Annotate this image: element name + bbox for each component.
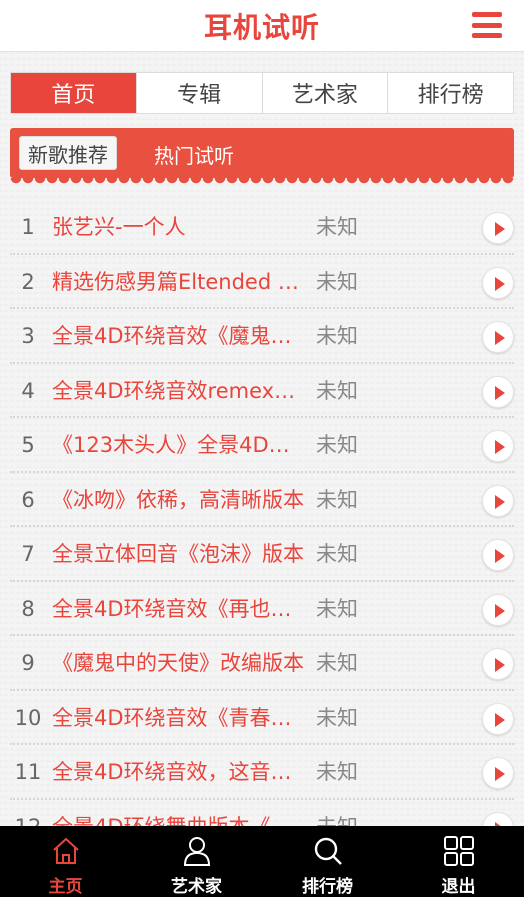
nav-exit-label: 退出: [441, 877, 476, 897]
song-number: 11: [14, 760, 42, 784]
song-row[interactable]: 2 精选伤感男篇Eltended Remix 未知: [10, 255, 514, 309]
song-row[interactable]: 10 全景4D环绕音效《青春修炼手册》 未知: [10, 691, 514, 745]
song-number: 2: [21, 269, 35, 294]
new-songs-button[interactable]: 新歌推荐: [19, 136, 117, 170]
song-artist: 未知: [316, 378, 358, 403]
hot-listen-link[interactable]: 热门试听: [154, 140, 234, 169]
song-artist: 未知: [316, 487, 358, 512]
song-artist: 未知: [316, 596, 358, 621]
song-artist: 未知: [316, 760, 358, 784]
play-icon[interactable]: [482, 757, 514, 789]
song-row[interactable]: 7 全景立体回音《泡沫》版本 未知: [10, 527, 514, 582]
song-number: 7: [21, 542, 35, 566]
play-icon[interactable]: [482, 266, 514, 299]
person-icon: [183, 837, 210, 866]
menu-icon[interactable]: [472, 12, 502, 38]
tab-album[interactable]: 专辑: [137, 73, 263, 113]
song-row[interactable]: 5 《123木头人》全景4D环绕音效 未知: [10, 418, 514, 473]
nav-exit[interactable]: 退出: [393, 826, 524, 897]
play-icon[interactable]: [482, 484, 514, 517]
song-artist: 未知: [316, 269, 358, 294]
song-row[interactable]: 4 全景4D环绕音效remex版本 未知: [10, 364, 514, 418]
song-artist: 未知: [316, 215, 358, 239]
app-header: 耳机试听: [0, 0, 524, 52]
home-icon: [52, 837, 79, 864]
grid-icon: [443, 836, 474, 866]
app-title: 耳机试听: [203, 11, 320, 44]
song-number: 6: [21, 487, 35, 512]
song-row[interactable]: 9 《魔鬼中的天使》改编版本 未知: [10, 636, 514, 691]
play-icon[interactable]: [482, 212, 514, 244]
song-number: 9: [21, 651, 35, 675]
nav-home[interactable]: 主页: [0, 826, 131, 897]
song-number: 3: [21, 324, 35, 348]
song-row[interactable]: 6 《冰吻》依稀，高清晰版本 未知: [10, 473, 514, 527]
song-list: 1 张艺兴-一个人 未知 2 精选伤感男篇Eltended Remix 未知 3…: [10, 200, 514, 854]
song-title[interactable]: 全景4D环绕音效，这音效太震撼: [52, 745, 310, 799]
song-artist: 未知: [316, 651, 358, 675]
nav-artist-label: 艺术家: [171, 877, 222, 897]
play-icon[interactable]: [482, 375, 514, 408]
song-artist: 未知: [316, 324, 358, 348]
tab-home[interactable]: 首页: [11, 73, 137, 113]
song-number: 4: [21, 378, 35, 403]
song-title[interactable]: 全景立体回音《泡沫》版本: [52, 527, 310, 581]
top-tabs: 首页 专辑 艺术家 排行榜: [10, 72, 514, 114]
play-icon[interactable]: [482, 321, 514, 353]
play-icon[interactable]: [482, 430, 514, 462]
play-icon[interactable]: [482, 539, 514, 571]
song-title[interactable]: 张艺兴-一个人: [52, 200, 310, 254]
song-number: 10: [14, 705, 42, 730]
song-title[interactable]: 精选伤感男篇Eltended Remix: [52, 255, 310, 309]
section-banner: 新歌推荐 热门试听: [10, 128, 514, 186]
tab-artist[interactable]: 艺术家: [263, 73, 389, 113]
play-icon[interactable]: [482, 593, 514, 626]
song-number: 1: [21, 215, 35, 239]
song-artist: 未知: [316, 433, 358, 457]
song-row[interactable]: 11 全景4D环绕音效，这音效太震撼 未知: [10, 745, 514, 800]
song-number: 8: [21, 596, 35, 621]
song-title[interactable]: 全景4D环绕音效《青春修炼手册》: [52, 691, 310, 745]
song-row[interactable]: 1 张艺兴-一个人 未知: [10, 200, 514, 255]
song-title[interactable]: 《魔鬼中的天使》改编版本: [52, 636, 310, 690]
search-icon: [314, 837, 342, 865]
tab-ranking[interactable]: 排行榜: [388, 73, 513, 113]
song-title[interactable]: 全景4D环绕音效remex版本: [52, 364, 310, 418]
nav-artist[interactable]: 艺术家: [131, 826, 262, 897]
play-icon[interactable]: [482, 702, 514, 735]
song-row[interactable]: 8 全景4D环绕音效《再也没有》 未知: [10, 582, 514, 636]
play-icon[interactable]: [482, 648, 514, 680]
song-artist: 未知: [316, 705, 358, 730]
nav-home-label: 主页: [48, 877, 83, 897]
nav-ranking-label: 排行榜: [302, 877, 353, 897]
song-title[interactable]: 全景4D环绕音效《魔鬼中的天使》: [52, 309, 310, 363]
nav-ranking[interactable]: 排行榜: [262, 826, 393, 897]
song-title[interactable]: 《冰吻》依稀，高清晰版本: [52, 473, 310, 527]
song-title[interactable]: 《123木头人》全景4D环绕音效: [52, 418, 310, 472]
bottom-nav: 主页 艺术家 排行榜 退出: [0, 826, 524, 897]
song-number: 5: [21, 433, 35, 457]
song-row[interactable]: 3 全景4D环绕音效《魔鬼中的天使》 未知: [10, 309, 514, 364]
song-artist: 未知: [316, 542, 358, 566]
song-title[interactable]: 全景4D环绕音效《再也没有》: [52, 582, 310, 636]
